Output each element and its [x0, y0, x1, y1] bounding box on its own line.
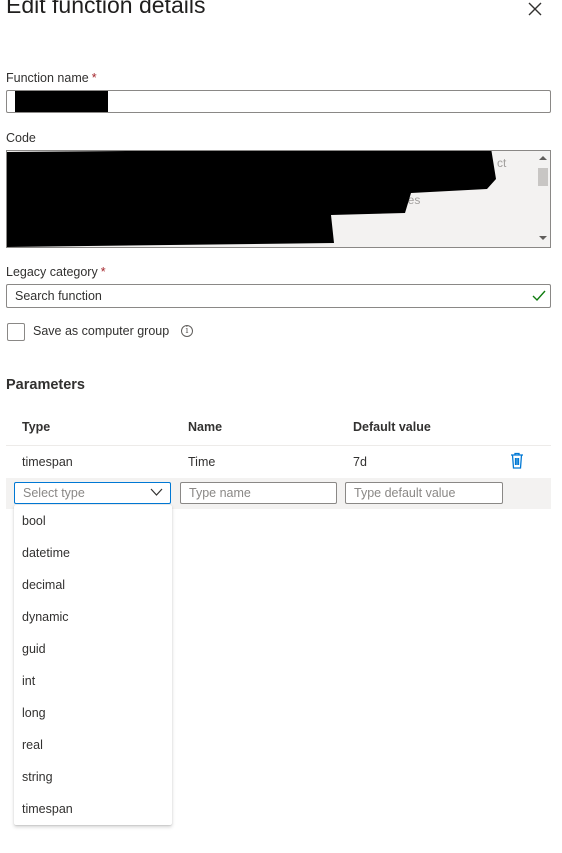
- dropdown-option-datetime[interactable]: datetime: [14, 537, 172, 569]
- dropdown-option-int[interactable]: int: [14, 665, 172, 697]
- computer-group-checkbox[interactable]: [7, 323, 25, 341]
- default-value-placeholder: Type default value: [354, 486, 456, 500]
- trash-icon[interactable]: [510, 452, 524, 469]
- code-editor[interactable]: ct les: [6, 150, 551, 248]
- scroll-down-icon[interactable]: [539, 235, 547, 241]
- dropdown-option-decimal[interactable]: decimal: [14, 569, 172, 601]
- type-select[interactable]: Select type: [14, 482, 171, 504]
- panel-title: Edit function details: [6, 0, 206, 18]
- name-input-placeholder: Type name: [189, 486, 251, 500]
- scroll-up-icon[interactable]: [539, 155, 547, 161]
- redacted-block: [15, 91, 108, 112]
- table-row: timespan Time 7d: [6, 446, 551, 477]
- checkmark-icon: [532, 290, 546, 302]
- row-default-value: 7d: [353, 455, 367, 469]
- function-name-input[interactable]: [6, 90, 551, 113]
- code-label: Code: [6, 131, 36, 145]
- column-header-type: Type: [22, 420, 51, 434]
- dropdown-option-string[interactable]: string: [14, 761, 172, 793]
- row-name: Time: [188, 455, 216, 469]
- legacy-category-label: Legacy category *: [6, 265, 106, 279]
- code-scrollbar[interactable]: [536, 151, 550, 247]
- name-input[interactable]: Type name: [180, 482, 337, 504]
- computer-group-label: Save as computer group: [33, 324, 170, 338]
- row-type: timespan: [22, 455, 73, 469]
- type-dropdown-menu: bool datetime decimal dynamic guid int l…: [14, 505, 172, 825]
- dropdown-option-long[interactable]: long: [14, 697, 172, 729]
- default-value-input[interactable]: Type default value: [345, 482, 503, 504]
- legacy-category-value: Search function: [15, 289, 102, 303]
- redacted-block: [7, 151, 496, 247]
- column-header-name: Name: [188, 420, 223, 434]
- close-icon[interactable]: [525, 0, 545, 20]
- parameters-title: Parameters: [6, 377, 85, 393]
- chevron-down-icon[interactable]: [150, 488, 163, 497]
- dropdown-option-real[interactable]: real: [14, 729, 172, 761]
- dropdown-option-timespan[interactable]: timespan: [14, 793, 172, 825]
- legacy-category-input[interactable]: Search function: [6, 284, 551, 308]
- dropdown-option-dynamic[interactable]: dynamic: [14, 601, 172, 633]
- info-icon[interactable]: i: [181, 325, 193, 337]
- function-name-label: Function name *: [6, 71, 97, 85]
- dropdown-option-bool[interactable]: bool: [14, 505, 172, 537]
- column-header-default: Default value: [353, 420, 431, 434]
- scroll-thumb[interactable]: [538, 168, 548, 186]
- dropdown-option-guid[interactable]: guid: [14, 633, 172, 665]
- type-select-placeholder: Select type: [23, 486, 85, 500]
